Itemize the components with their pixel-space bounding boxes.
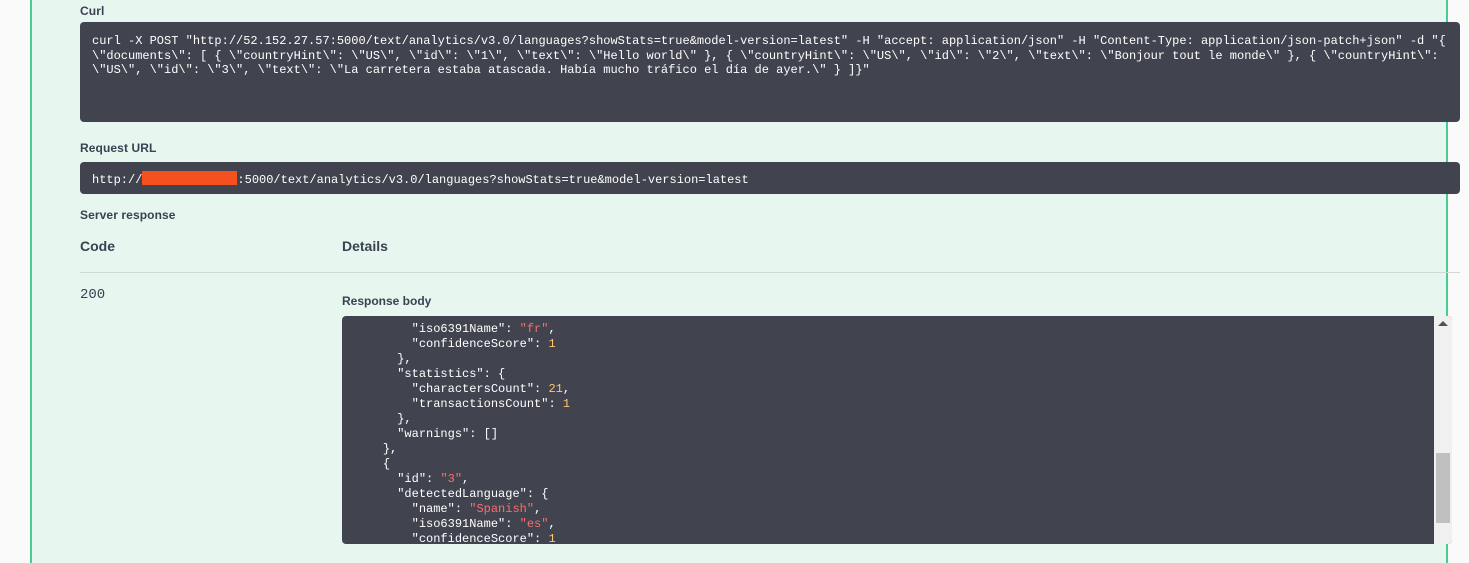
- status-code-value: 200: [80, 287, 106, 303]
- redacted-host-bar: [142, 171, 238, 185]
- table-row: 200 Response body "iso6391Name": "fr", "…: [80, 273, 1460, 545]
- server-response-label: Server response: [80, 208, 176, 222]
- response-code-cell: 200: [80, 273, 342, 545]
- request-url-label: Request URL: [80, 141, 157, 155]
- request-url-suffix: :5000/text/analytics/v3.0/languages?show…: [237, 173, 749, 187]
- server-response-panel: Curl curl -X POST "http://52.152.27.57:5…: [30, 0, 1460, 563]
- response-body-viewer[interactable]: "iso6391Name": "fr", "confidenceScore": …: [342, 316, 1452, 544]
- column-header-details: Details: [342, 238, 1460, 273]
- curl-command-block[interactable]: curl -X POST "http://52.152.27.57:5000/t…: [80, 22, 1460, 122]
- table-header-row: Code Details: [80, 238, 1460, 273]
- response-table: Code Details 200 Response body "iso6391N…: [80, 238, 1460, 544]
- response-body-label: Response body: [342, 294, 432, 308]
- curl-label: Curl: [80, 4, 105, 18]
- scrollbar-thumb[interactable]: [1436, 453, 1450, 523]
- response-body-json: "iso6391Name": "fr", "confidenceScore": …: [382, 322, 571, 544]
- request-url-prefix: http://: [92, 173, 143, 187]
- response-body-scrollbar[interactable]: [1434, 316, 1452, 544]
- response-details-cell: Response body "iso6391Name": "fr", "conf…: [342, 273, 1460, 544]
- column-header-code: Code: [80, 238, 342, 273]
- chevron-up-icon[interactable]: [1438, 321, 1448, 326]
- request-url-block[interactable]: http:// :5000/text/analytics/v3.0/languag…: [80, 162, 1460, 194]
